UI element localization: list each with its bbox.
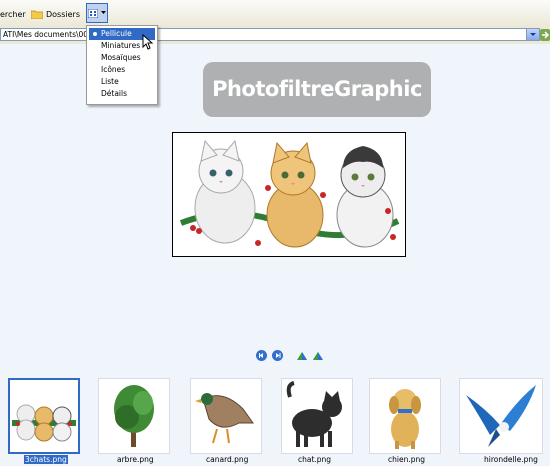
menu-item-label: Mosaïques [101,53,141,62]
address-field[interactable]: ATI\Mes documents\00 att es [0,28,540,41]
previous-image-icon[interactable] [256,350,267,361]
address-bar: ATI\Mes documents\00 att es [0,26,550,44]
thumbnail-caption: arbre.png [117,455,154,464]
chevron-down-icon [530,33,536,36]
menu-item-mosaiques[interactable]: Mosaïques [89,52,155,64]
folder-icon [31,10,43,19]
watermark: PhotofiltreGraphic [203,62,431,117]
black-cat-icon [286,381,342,447]
thumbnail-arbre[interactable] [98,378,170,454]
thumbnail-canard[interactable] [190,378,262,454]
thumbnail-3chats[interactable] [8,378,80,454]
duck-icon [195,393,254,444]
dog-icon [389,389,421,449]
preview-image[interactable] [172,132,406,257]
three-kittens-picture [179,139,400,248]
white-kitten [194,139,256,244]
thumbnail-caption: canard.png [206,455,249,464]
thumbnail-caption: hirondelle.png [484,455,538,464]
thumbnail-caption: chat.png [298,455,332,464]
orange-kitten [266,141,324,248]
rotate-counterclockwise-icon[interactable] [312,350,324,361]
rotate-clockwise-icon[interactable] [296,350,308,361]
three-kittens-icon [12,404,76,442]
swallow-icon [466,385,536,447]
go-arrow-icon [542,31,550,39]
menu-item-label: Liste [101,77,119,86]
toolbar: ercher Dossiers [0,0,550,26]
next-image-icon[interactable] [272,350,283,361]
address-dropdown-button[interactable] [526,29,539,40]
view-grid-icon [88,8,98,18]
radio-dot-icon [93,32,97,36]
thumbnail-hirondelle[interactable] [459,378,543,454]
go-button[interactable] [540,29,550,41]
thumbnail-chien[interactable] [369,378,441,454]
folders-button[interactable]: Dossiers [31,5,80,23]
menu-item-label: Pellicule [101,29,132,38]
menu-item-label: Icônes [101,65,126,74]
views-button[interactable] [86,3,108,23]
thumbnail-caption: chien.png [388,455,425,464]
thumbnail-caption: 3chats.png [24,455,68,464]
folders-label: Dossiers [46,9,80,19]
tree-icon [114,385,154,447]
grey-kitten [336,146,394,248]
thumbnail-chat[interactable] [281,378,353,454]
menu-item-label: Miniatures [101,41,141,50]
menu-item-label: Détails [101,89,128,98]
menu-item-liste[interactable]: Liste [89,76,155,88]
search-button[interactable]: ercher [0,5,26,23]
search-label: ercher [0,9,26,19]
chevron-down-icon [101,11,106,14]
mouse-cursor-icon [142,34,154,50]
menu-item-details[interactable]: Détails [89,88,155,100]
menu-item-icones[interactable]: Icônes [89,64,155,76]
